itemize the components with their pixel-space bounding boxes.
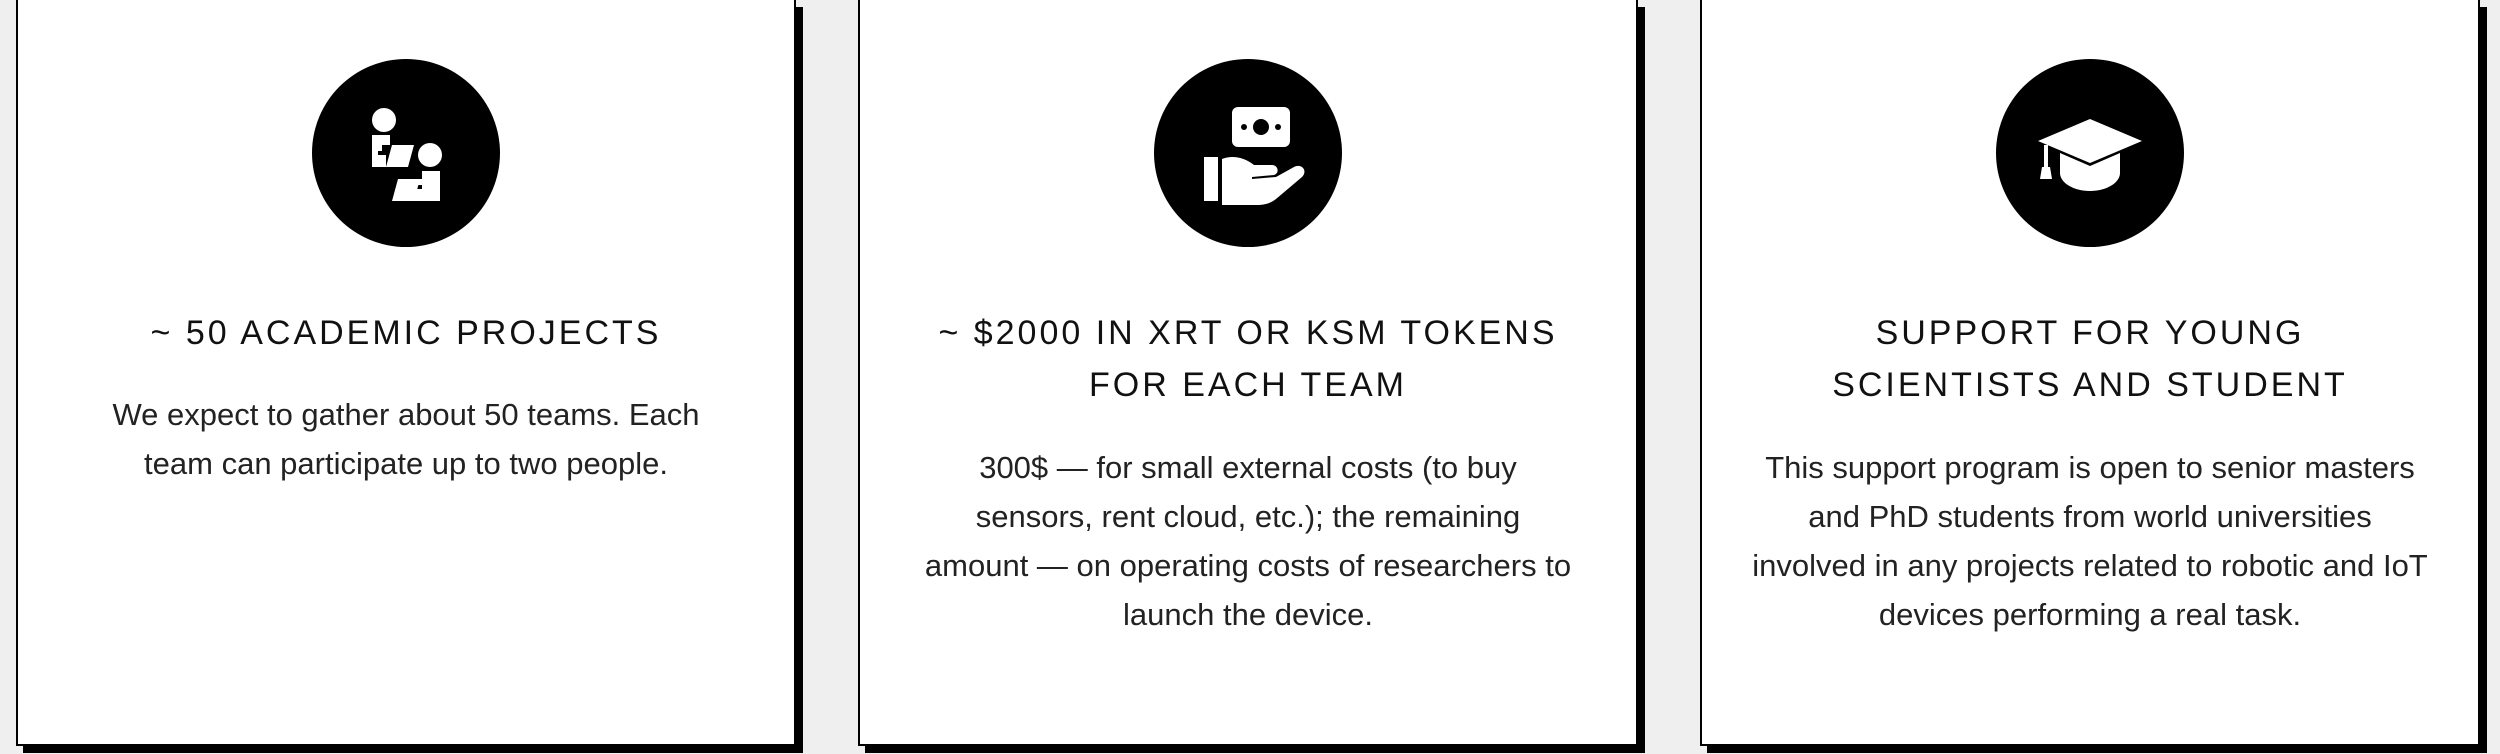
feature-card-tokens: ~ $2000 IN XRT OR KSM TOKENS FOR EACH TE… [858,0,1638,746]
card-description: 300$ — for small external costs (to buy … [924,450,1572,632]
card-title: ~ $2000 IN XRT OR KSM TOKENS FOR EACH TE… [938,314,1558,404]
feature-card-academic-projects: ~ 50 ACADEMIC PROJECTS We expect to gath… [16,0,796,746]
graduation-cap-icon [1996,59,2184,247]
people-collaborating-icon [312,59,500,247]
features-section: ~ 50 ACADEMIC PROJECTS We expect to gath… [0,0,2500,754]
card-title: ~ 50 ACADEMIC PROJECTS [150,314,662,352]
card-description: This support program is open to senior m… [1752,450,2428,632]
card-title: SUPPORT FOR YOUNG SCIENTISTS AND STUDENT [1832,314,2348,404]
feature-card-young-scientists: SUPPORT FOR YOUNG SCIENTISTS AND STUDENT… [1700,0,2480,746]
card-description: We expect to gather about 50 teams. Each… [112,397,700,481]
hand-holding-money-icon [1154,59,1342,247]
